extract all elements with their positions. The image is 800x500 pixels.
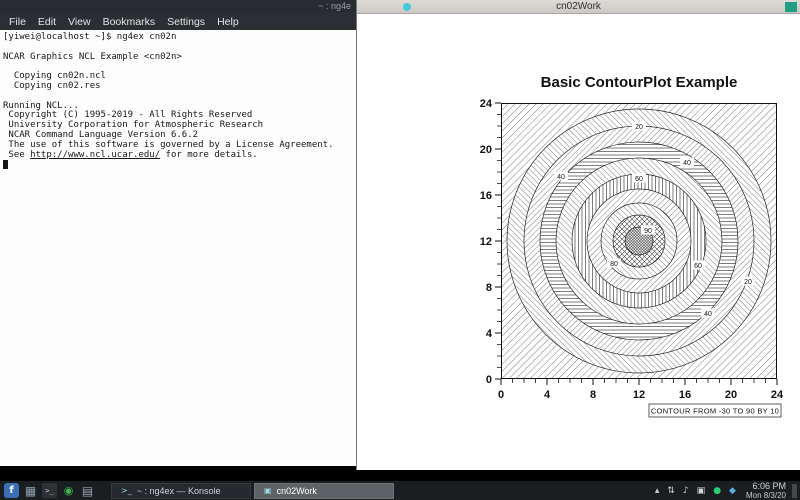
- konsole-launcher-icon[interactable]: >_: [42, 483, 57, 498]
- clock-date: Mon 8/3/20: [746, 491, 786, 500]
- terminal-cursor: [3, 160, 8, 169]
- konsole-window: ~ : ng4e File Edit View Bookmarks Settin…: [0, 0, 357, 466]
- contour-label-80: 80: [610, 261, 618, 268]
- y-tick-label: 20: [480, 144, 492, 156]
- menu-edit[interactable]: Edit: [32, 16, 62, 28]
- menu-help[interactable]: Help: [211, 16, 245, 28]
- contour-label-60: 60: [694, 263, 702, 270]
- app-launcher-icon[interactable]: f: [4, 483, 19, 498]
- terminal-line: See http://www.ncl.ucar.edu/ for more de…: [3, 151, 357, 161]
- contour-label-40: 40: [557, 174, 565, 181]
- cn02work-title-text: cn02Work: [556, 1, 601, 12]
- task-label: ~ : ng4ex — Konsole: [137, 486, 221, 496]
- task-konsole[interactable]: >_ ~ : ng4ex — Konsole: [111, 483, 251, 499]
- taskbar: f ▦ >_ ◉ ▤ >_ ~ : ng4ex — Konsole ▣ cn02…: [0, 480, 800, 500]
- files-icon[interactable]: ▤: [80, 483, 95, 498]
- window-icon: [403, 3, 411, 11]
- terminal-line: Copying cn02.res: [3, 82, 357, 92]
- volume-icon[interactable]: ♪: [683, 486, 689, 496]
- x-tick-label: 24: [771, 389, 784, 401]
- system-tray: ▴ ⇅ ♪ ▣ ● ◆: [655, 486, 746, 496]
- konsole-titlebar[interactable]: ~ : ng4e: [0, 0, 357, 13]
- contour-label-20: 20: [744, 279, 752, 286]
- terminal-output[interactable]: [yiwei@localhost ~]$ ng4ex cn02n NCAR Gr…: [0, 30, 357, 466]
- contour-info-text: CONTOUR FROM -30 TO 90 BY 10: [651, 407, 779, 416]
- y-tick-label: 16: [480, 190, 492, 202]
- contour-rings: [507, 109, 771, 373]
- contour-plot: Basic ContourPlot Example 20: [357, 14, 799, 469]
- contour-info-box: CONTOUR FROM -30 TO 90 BY 10: [649, 404, 781, 417]
- menu-file[interactable]: File: [3, 16, 32, 28]
- ncl-link[interactable]: http://www.ncl.ucar.edu/: [30, 150, 160, 160]
- x-tick-label: 20: [725, 389, 737, 401]
- contour-label-40: 40: [683, 160, 691, 167]
- desktop: ~ : ng4e File Edit View Bookmarks Settin…: [0, 0, 800, 500]
- contour-label-60: 60: [635, 176, 643, 183]
- expand-tray-icon[interactable]: ▴: [655, 486, 660, 496]
- y-tick-label: 8: [486, 282, 492, 294]
- task-manager: >_ ~ : ng4ex — Konsole ▣ cn02Work: [111, 483, 394, 499]
- cn02work-task-icon: ▣: [264, 486, 272, 495]
- terminal-line: NCAR Graphics NCL Example <cn02n>: [3, 53, 357, 63]
- launcher-area: f ▦ >_ ◉ ▤: [0, 483, 95, 498]
- x-tick-label: 8: [590, 389, 596, 401]
- y-major-ticks: [495, 103, 501, 379]
- close-button[interactable]: [785, 2, 797, 12]
- panel-edge-handle[interactable]: [792, 484, 797, 498]
- y-axis-labels: 24 20 16 12 8 4 0: [480, 98, 493, 386]
- menu-settings[interactable]: Settings: [161, 16, 211, 28]
- menu-view[interactable]: View: [62, 16, 97, 28]
- y-tick-label: 4: [486, 328, 493, 340]
- contour-label-90: 90: [644, 228, 652, 235]
- network-icon[interactable]: ⇅: [667, 486, 675, 496]
- contour-label-20: 20: [635, 124, 643, 131]
- clock-widget[interactable]: 6:06 PM Mon 8/3/20: [746, 481, 792, 500]
- see-suffix: for more details.: [160, 150, 258, 160]
- x-major-ticks: [501, 379, 777, 385]
- y-tick-label: 0: [486, 374, 492, 386]
- konsole-task-icon: >_: [121, 486, 132, 495]
- activities-icon[interactable]: ◉: [61, 483, 76, 498]
- cn02work-titlebar[interactable]: cn02Work: [357, 0, 800, 14]
- konsole-title-text: ~ : ng4e: [318, 1, 351, 11]
- y-tick-label: 24: [480, 98, 493, 110]
- plot-title: Basic ContourPlot Example: [541, 74, 738, 91]
- status-green-icon[interactable]: ●: [713, 486, 721, 496]
- clock-time: 6:06 PM: [746, 481, 786, 491]
- pager-icon[interactable]: ▦: [23, 483, 38, 498]
- task-label: cn02Work: [277, 486, 317, 496]
- x-tick-label: 16: [679, 389, 691, 401]
- cn02work-window: cn02Work: [356, 0, 800, 470]
- task-cn02work[interactable]: ▣ cn02Work: [254, 483, 394, 499]
- menu-bookmarks[interactable]: Bookmarks: [97, 16, 162, 28]
- x-axis-labels: 0 4 8 12 16 20 24: [498, 389, 784, 401]
- see-prefix: See: [3, 150, 30, 160]
- contour-label-40: 40: [704, 311, 712, 318]
- terminal-cursor-line: [3, 160, 357, 173]
- x-tick-label: 12: [633, 389, 645, 401]
- x-tick-label: 4: [544, 389, 551, 401]
- terminal-line: [yiwei@localhost ~]$ ng4ex cn02n: [3, 33, 357, 43]
- device-icon[interactable]: ◆: [729, 486, 736, 496]
- konsole-menubar: File Edit View Bookmarks Settings Help: [0, 13, 357, 30]
- clipboard-icon[interactable]: ▣: [697, 486, 706, 496]
- plot-canvas: Basic ContourPlot Example 20: [357, 14, 799, 469]
- y-tick-label: 12: [480, 236, 492, 248]
- x-tick-label: 0: [498, 389, 504, 401]
